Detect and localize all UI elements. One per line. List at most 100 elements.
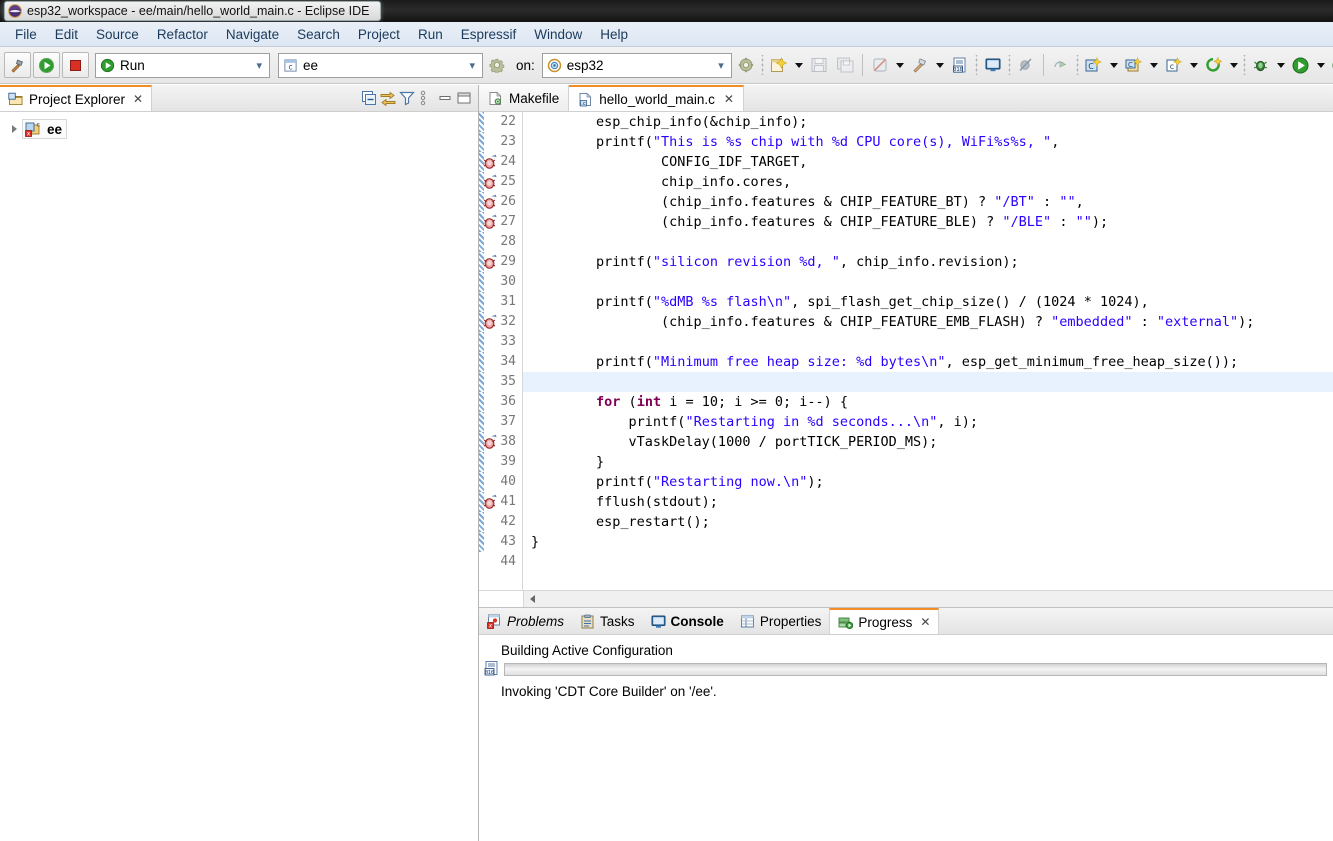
target-combo[interactable]: esp32 ▾: [541, 52, 732, 78]
line-number[interactable]: 36: [484, 392, 522, 412]
tab-problems[interactable]: x Problems: [479, 608, 572, 634]
new-c-class-dropdown[interactable]: [1148, 53, 1160, 77]
line-number[interactable]: 33: [484, 332, 522, 352]
menu-refactor[interactable]: Refactor: [148, 25, 217, 44]
scrollbar-track[interactable]: [523, 590, 1333, 608]
run-last-button[interactable]: [1329, 53, 1333, 77]
tree-item-ee[interactable]: c x ee: [0, 118, 478, 140]
menu-run[interactable]: Run: [409, 25, 452, 44]
new-c-file-button[interactable]: c: [1162, 53, 1186, 77]
collapse-all-icon[interactable]: [361, 90, 377, 106]
error-marker-icon[interactable]: [482, 494, 499, 510]
debug-button[interactable]: [1249, 53, 1273, 77]
menu-edit[interactable]: Edit: [46, 25, 87, 44]
code-line[interactable]: (chip_info.features & CHIP_FEATURE_EMB_F…: [523, 312, 1333, 332]
code-text-area[interactable]: esp_chip_info(&chip_info); printf("This …: [523, 112, 1333, 590]
launch-mode-combo[interactable]: Run ▾: [95, 52, 270, 78]
open-console-button[interactable]: [981, 53, 1005, 77]
code-line[interactable]: esp_restart();: [523, 512, 1333, 532]
new-c-project-dropdown[interactable]: [1108, 53, 1120, 77]
skip-breakpoints-button[interactable]: [1014, 53, 1038, 77]
new-c-class-button[interactable]: C: [1122, 53, 1146, 77]
line-number[interactable]: 24: [482, 152, 522, 172]
new-file-dropdown[interactable]: [793, 53, 805, 77]
menu-navigate[interactable]: Navigate: [217, 25, 288, 44]
close-icon[interactable]: ✕: [920, 615, 930, 629]
link-with-editor-icon[interactable]: [380, 90, 396, 106]
scroll-left-icon[interactable]: [524, 592, 540, 607]
skip-build-dropdown[interactable]: [894, 53, 906, 77]
code-line[interactable]: [523, 332, 1333, 352]
run-button[interactable]: [33, 52, 60, 78]
tab-properties[interactable]: Properties: [732, 608, 830, 634]
code-editor[interactable]: 22 23 24 25 26 27 28 29 30 31 32 33 34 35 36 37 38 39 40 41…: [479, 112, 1333, 590]
error-marker-icon[interactable]: [482, 194, 499, 210]
line-number-gutter[interactable]: 22 23 24 25 26 27 28 29 30 31 32 33 34 35 36 37 38 39 40 41…: [482, 112, 522, 590]
error-marker-icon[interactable]: [482, 254, 499, 270]
run-dropdown[interactable]: [1315, 53, 1327, 77]
code-line[interactable]: chip_info.cores,: [523, 172, 1333, 192]
line-number[interactable]: 44: [484, 552, 522, 572]
code-line[interactable]: [523, 552, 1333, 572]
menu-source[interactable]: Source: [87, 25, 148, 44]
view-menu-icon[interactable]: [418, 90, 428, 106]
code-line[interactable]: fflush(stdout);: [523, 492, 1333, 512]
build-button[interactable]: [4, 52, 31, 78]
code-line[interactable]: printf("This is %s chip with %d CPU core…: [523, 132, 1333, 152]
save-all-button[interactable]: [833, 53, 857, 77]
chevron-down-icon[interactable]: ▾: [251, 59, 267, 72]
target-settings-gear[interactable]: [734, 53, 758, 77]
line-number[interactable]: 28: [484, 232, 522, 252]
code-line[interactable]: printf("Restarting now.\n");: [523, 472, 1333, 492]
code-line[interactable]: printf("silicon revision %d, ", chip_inf…: [523, 252, 1333, 272]
tab-makefile[interactable]: Makefile: [479, 85, 570, 111]
tab-project-explorer[interactable]: Project Explorer ✕: [0, 85, 153, 111]
menu-project[interactable]: Project: [349, 25, 409, 44]
line-number[interactable]: 35: [484, 372, 522, 392]
code-line[interactable]: [523, 232, 1333, 252]
code-line[interactable]: }: [523, 452, 1333, 472]
resume-button[interactable]: [1049, 53, 1073, 77]
code-line[interactable]: (chip_info.features & CHIP_FEATURE_BT) ?…: [523, 192, 1333, 212]
save-button[interactable]: [807, 53, 831, 77]
debug-dropdown[interactable]: [1275, 53, 1287, 77]
code-line[interactable]: [523, 272, 1333, 292]
menu-search[interactable]: Search: [288, 25, 349, 44]
code-line[interactable]: for (int i = 10; i >= 0; i--) {: [523, 392, 1333, 412]
new-c-file-dropdown[interactable]: [1188, 53, 1200, 77]
line-number[interactable]: 43: [484, 532, 522, 552]
minimize-icon[interactable]: [437, 90, 453, 106]
run-toolbar-button[interactable]: [1289, 53, 1313, 77]
line-number[interactable]: 31: [484, 292, 522, 312]
line-number[interactable]: 23: [484, 132, 522, 152]
tab-progress[interactable]: Progress ✕: [829, 608, 940, 634]
code-line[interactable]: }: [523, 532, 1333, 552]
launch-config-combo[interactable]: c ee ▾: [278, 52, 483, 78]
expand-arrow-icon[interactable]: [6, 121, 22, 137]
error-marker-icon[interactable]: [482, 434, 499, 450]
tab-console[interactable]: Console: [643, 608, 732, 634]
tab-hello-world-main-c[interactable]: .c hello_world_main.c ✕: [569, 85, 744, 111]
new-file-button[interactable]: [767, 53, 791, 77]
build-dropdown-arrow[interactable]: [934, 53, 946, 77]
menu-file[interactable]: File: [6, 25, 46, 44]
chevron-down-icon[interactable]: ▾: [713, 59, 729, 72]
line-number[interactable]: 38: [482, 432, 522, 452]
line-number[interactable]: 34: [484, 352, 522, 372]
line-number[interactable]: 39: [484, 452, 522, 472]
line-number[interactable]: 42: [484, 512, 522, 532]
line-number[interactable]: 27: [483, 212, 522, 232]
error-marker-icon[interactable]: [482, 154, 499, 170]
code-line[interactable]: esp_chip_info(&chip_info);: [523, 112, 1333, 132]
line-number[interactable]: 40: [484, 472, 522, 492]
binary-button[interactable]: 010: [948, 53, 972, 77]
maximize-icon[interactable]: [456, 90, 472, 106]
tab-tasks[interactable]: Tasks: [572, 608, 643, 634]
line-number[interactable]: 22: [484, 112, 522, 132]
editor-horizontal-scrollbar[interactable]: [479, 590, 1333, 608]
progress-view-body[interactable]: Building Active Configuration 010 Invoki…: [479, 635, 1333, 841]
code-line[interactable]: vTaskDelay(1000 / portTICK_PERIOD_MS);: [523, 432, 1333, 452]
code-line[interactable]: [523, 372, 1333, 392]
new-element-dropdown[interactable]: [1228, 53, 1240, 77]
code-line[interactable]: printf("%dMB %s flash\n", spi_flash_get_…: [523, 292, 1333, 312]
